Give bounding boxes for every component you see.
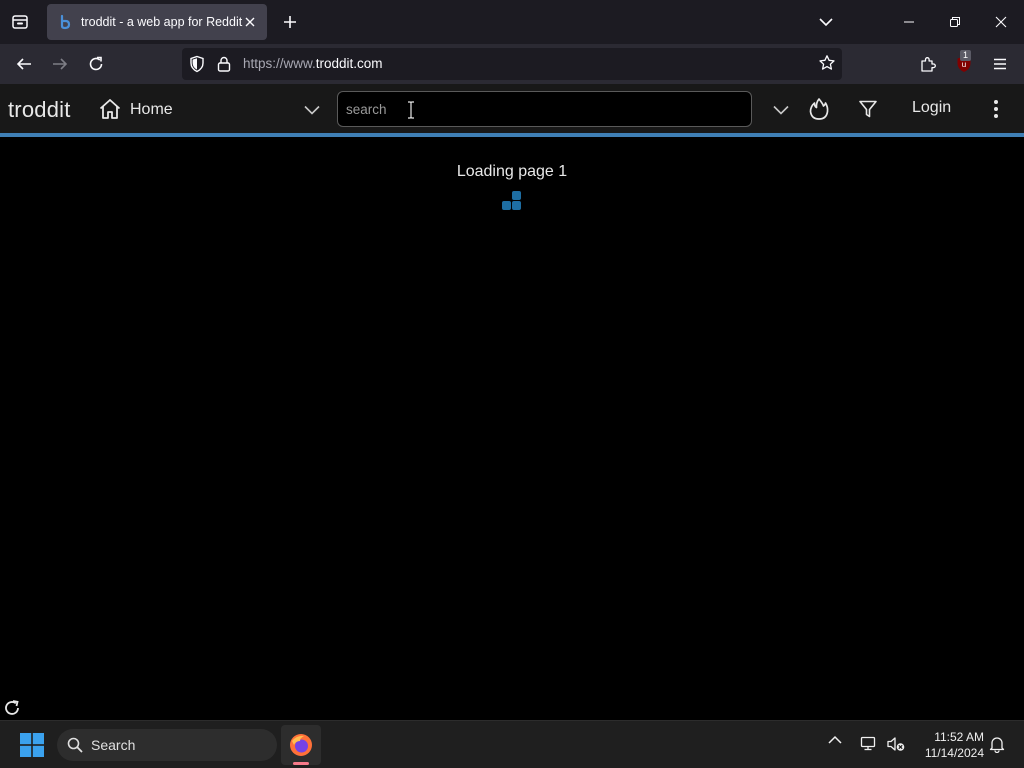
puzzle-piece-icon xyxy=(919,55,937,73)
address-bar[interactable]: https://www.troddit.com xyxy=(182,48,842,80)
new-tab-button[interactable] xyxy=(276,8,304,36)
url-text[interactable]: https://www.troddit.com xyxy=(243,56,383,71)
header-accent-border xyxy=(0,133,1024,137)
firefox-taskbar-button[interactable] xyxy=(281,725,321,765)
ublock-count-badge: 1 xyxy=(960,50,972,61)
back-button[interactable] xyxy=(9,49,39,79)
lock-icon[interactable] xyxy=(216,55,232,73)
extensions-button[interactable] xyxy=(913,49,943,79)
list-all-tabs-button[interactable] xyxy=(812,8,840,36)
notification-bell-icon[interactable] xyxy=(988,735,1006,753)
close-icon xyxy=(995,16,1007,28)
filter-funnel-icon[interactable] xyxy=(856,97,880,121)
network-icon[interactable] xyxy=(860,735,878,753)
tab-title: troddit - a web app for Reddit xyxy=(81,15,243,29)
feed-selector-label[interactable]: Home xyxy=(130,101,173,119)
reload-icon xyxy=(88,56,104,72)
text-cursor-icon xyxy=(405,101,417,119)
system-clock[interactable]: 11:52 AM 11/14/2024 xyxy=(914,729,984,761)
loading-status-text: Loading page 1 xyxy=(456,163,568,180)
tab-close-icon[interactable] xyxy=(241,13,259,31)
restore-button[interactable] xyxy=(932,0,978,44)
active-tab[interactable]: troddit - a web app for Reddit xyxy=(47,4,267,40)
clock-time: 11:52 AM xyxy=(934,730,984,744)
firefox-icon xyxy=(288,732,314,758)
firefox-view-icon xyxy=(11,13,29,31)
search-box[interactable] xyxy=(337,91,752,127)
firefox-view-button[interactable] xyxy=(6,8,34,36)
url-host: troddit.com xyxy=(315,56,383,71)
show-hidden-icons-chevron-up-icon[interactable] xyxy=(828,735,842,745)
url-scheme: https://www. xyxy=(243,56,316,71)
close-window-button[interactable] xyxy=(978,0,1024,44)
minimize-button[interactable] xyxy=(886,0,932,44)
volume-muted-icon[interactable] xyxy=(886,735,906,753)
arrow-left-icon xyxy=(16,56,32,72)
windows-logo-icon xyxy=(20,733,44,757)
troddit-favicon-icon xyxy=(57,14,73,30)
sort-hot-flame-icon[interactable] xyxy=(807,96,831,122)
troddit-header: troddit Home Login xyxy=(0,84,1024,134)
arrow-right-icon xyxy=(52,56,68,72)
search-input[interactable] xyxy=(338,92,751,126)
bookmark-star-icon[interactable] xyxy=(818,54,836,72)
forward-button[interactable] xyxy=(45,49,75,79)
start-button[interactable] xyxy=(14,729,50,761)
minimize-icon xyxy=(903,16,915,28)
browser-navigation-bar: https://www.troddit.com u 1 xyxy=(0,44,1024,84)
search-icon xyxy=(67,737,83,753)
hamburger-menu-icon xyxy=(992,57,1008,71)
app-menu-button[interactable] xyxy=(985,49,1015,79)
feed-dropdown-chevron-icon[interactable] xyxy=(301,99,323,121)
clock-date: 11/14/2024 xyxy=(924,746,984,760)
restore-icon xyxy=(949,16,961,28)
troddit-logo-text[interactable]: troddit xyxy=(8,97,71,123)
refresh-feed-icon[interactable] xyxy=(3,699,21,717)
browser-tab-strip: troddit - a web app for Reddit xyxy=(0,0,1024,44)
active-app-indicator xyxy=(293,762,309,765)
search-options-chevron-icon[interactable] xyxy=(770,99,792,121)
windows-taskbar: Search 11:52 AM 11/14/2024 xyxy=(0,720,1024,768)
plus-icon xyxy=(283,15,297,29)
tracking-protection-shield-icon[interactable] xyxy=(188,55,206,73)
loading-blocks-icon xyxy=(501,191,523,211)
reload-button[interactable] xyxy=(81,49,111,79)
svg-text:u: u xyxy=(962,60,966,69)
home-icon[interactable] xyxy=(98,98,122,120)
login-button[interactable]: Login xyxy=(904,99,959,117)
taskbar-search-label: Search xyxy=(91,737,136,753)
chevron-down-icon xyxy=(819,17,833,27)
taskbar-search-box[interactable]: Search xyxy=(57,729,277,761)
more-options-vertical-dots-icon[interactable] xyxy=(986,97,1006,121)
